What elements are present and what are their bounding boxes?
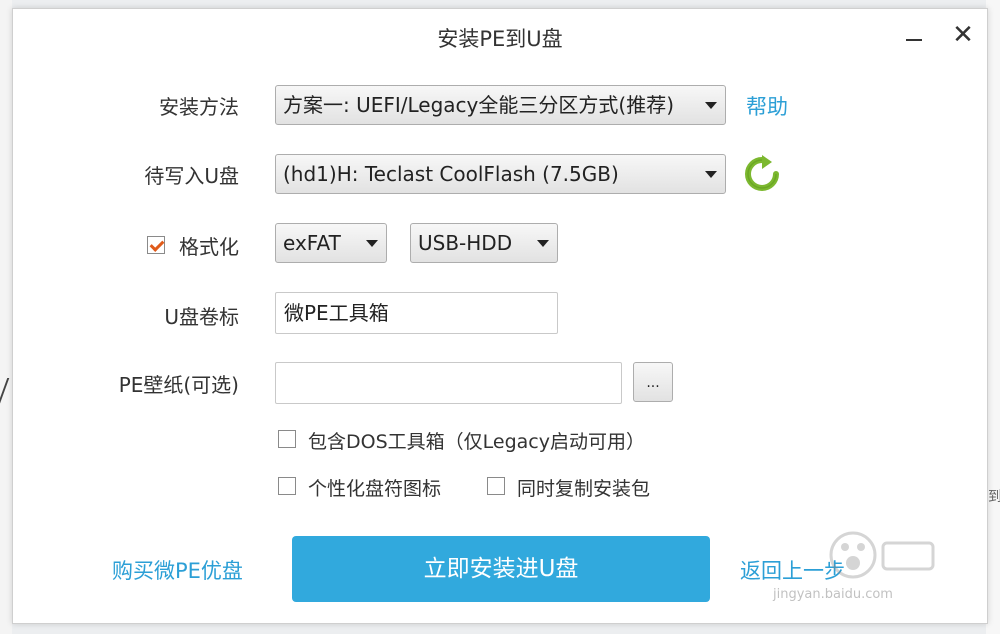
copy-package-label: 同时复制安装包 xyxy=(517,478,651,500)
custom-icon-checkbox[interactable] xyxy=(278,477,296,495)
wallpaper-label: PE壁纸(可选) xyxy=(118,373,239,397)
volume-label-label: U盘卷标 xyxy=(164,305,239,329)
browse-button[interactable]: ... xyxy=(633,362,673,402)
chevron-down-icon xyxy=(537,240,549,247)
background-left-strip xyxy=(0,0,12,634)
include-dos-checkbox[interactable] xyxy=(278,430,296,448)
chevron-down-icon xyxy=(366,240,378,247)
target-disk-value: (hd1)H: Teclast CoolFlash (7.5GB) xyxy=(283,162,619,186)
install-dialog: 安装PE到U盘 ✕ 安装方法 方案一: UEFI/Legacy全能三分区方式(推… xyxy=(12,8,988,624)
buy-usb-link[interactable]: 购买微PE优盘 xyxy=(112,555,243,585)
minimize-icon[interactable] xyxy=(906,39,922,41)
chevron-down-icon xyxy=(705,171,717,178)
filesystem-select[interactable]: exFAT xyxy=(275,223,387,263)
refresh-icon[interactable] xyxy=(743,155,781,193)
boot-mode-select[interactable]: USB-HDD xyxy=(410,223,558,263)
target-disk-label: 待写入U盘 xyxy=(144,164,239,188)
custom-icon-label: 个性化盘符图标 xyxy=(308,478,442,500)
format-label: 格式化 xyxy=(179,235,239,259)
include-dos-label: 包含DOS工具箱（仅Legacy启动可用） xyxy=(308,431,645,453)
watermark-text: jingyan.baidu.com xyxy=(773,587,893,602)
close-icon[interactable]: ✕ xyxy=(951,22,975,48)
watermark-logo xyxy=(829,531,935,579)
target-disk-select[interactable]: (hd1)H: Teclast CoolFlash (7.5GB) xyxy=(275,154,726,194)
background-glyph: 到 xyxy=(988,489,1000,505)
filesystem-value: exFAT xyxy=(283,231,341,255)
install-button[interactable]: 立即安装进U盘 xyxy=(292,536,710,602)
dialog-title: 安装PE到U盘 xyxy=(437,27,563,51)
chevron-down-icon xyxy=(705,102,717,109)
install-method-value: 方案一: UEFI/Legacy全能三分区方式(推荐) xyxy=(283,93,674,117)
copy-package-checkbox[interactable] xyxy=(487,477,505,495)
install-method-label: 安装方法 xyxy=(159,95,239,119)
boot-mode-value: USB-HDD xyxy=(418,231,513,255)
help-link[interactable]: 帮助 xyxy=(746,91,788,121)
volume-label-input[interactable]: 微PE工具箱 xyxy=(275,292,558,334)
wallpaper-input[interactable] xyxy=(275,362,622,404)
background-right-strip xyxy=(986,0,1000,634)
install-method-select[interactable]: 方案一: UEFI/Legacy全能三分区方式(推荐) xyxy=(275,85,726,125)
